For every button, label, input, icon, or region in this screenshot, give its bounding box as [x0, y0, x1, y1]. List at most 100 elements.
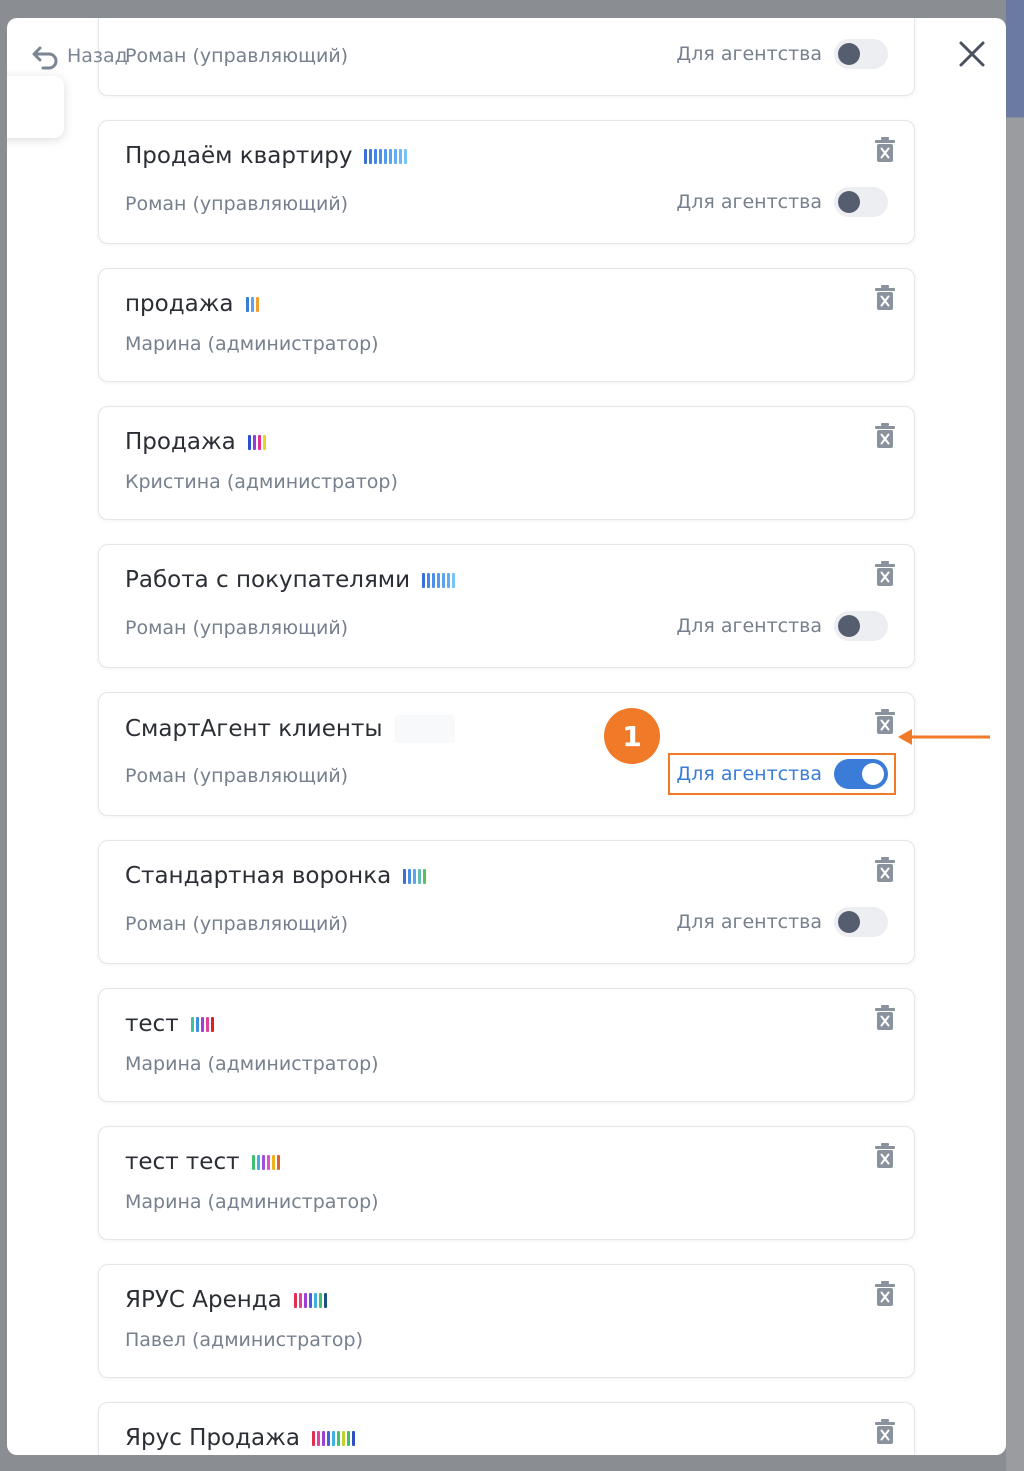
trash-icon [875, 857, 895, 882]
stage-color-bar [437, 572, 441, 588]
stage-color-bar [427, 572, 431, 588]
agency-switch[interactable]: Для агентства [676, 187, 888, 217]
stage-color-bar [271, 1154, 275, 1170]
funnel-card[interactable]: тест Марина (администратор) [98, 988, 915, 1102]
delete-funnel-button[interactable] [874, 1143, 896, 1169]
side-panel-stub [7, 76, 64, 138]
annotation-arrow-icon [898, 729, 990, 745]
delete-funnel-button[interactable] [874, 423, 896, 449]
agency-label: Для агентства [676, 191, 822, 213]
funnel-card[interactable]: СмартАгент клиенты Роман (управляющий) Для… [98, 692, 915, 816]
agency-toggle[interactable] [834, 759, 888, 789]
close-icon [959, 41, 985, 67]
agency-label: Для агентства [676, 43, 822, 65]
funnel-title: тест тест [125, 1149, 240, 1175]
funnel-title-row: Продаём квартиру [125, 143, 408, 169]
stage-color-bar [379, 148, 383, 164]
stage-color-bar [326, 1430, 330, 1446]
back-label: Назад [67, 45, 128, 67]
funnel-title: СмартАгент клиенты [125, 716, 383, 742]
agency-toggle[interactable] [834, 611, 888, 641]
stage-color-bar [257, 434, 261, 450]
funnel-title: тест [125, 1011, 179, 1037]
agency-label: Для агентства [676, 911, 822, 933]
stage-color-bar [422, 572, 426, 588]
funnel-card[interactable]: Продажа Кристина (администратор) [98, 406, 915, 520]
stage-color-bar [210, 1016, 214, 1032]
funnel-title-row: Стандартная воронка [125, 863, 427, 889]
agency-switch[interactable]: Для агентства [668, 753, 896, 795]
funnel-title: Работа с покупателями [125, 567, 411, 593]
stage-color-bar [364, 148, 368, 164]
stage-color-bar [298, 1292, 302, 1308]
stage-colors [190, 1016, 214, 1032]
funnel-owner: Роман (управляющий) [125, 765, 349, 787]
delete-funnel-button[interactable] [874, 857, 896, 883]
stage-color-bar [303, 1292, 307, 1308]
back-button[interactable]: Назад [31, 42, 128, 70]
stage-color-bar [341, 1430, 345, 1446]
stage-color-bar [261, 1154, 265, 1170]
stage-color-bar [251, 1154, 255, 1170]
funnel-card[interactable]: ЯРУС Аренда Павел (администратор) [98, 1264, 915, 1378]
backdrop [1006, 0, 1024, 1471]
stage-color-bar [195, 1016, 199, 1032]
stage-color-bar [293, 1292, 297, 1308]
agency-switch[interactable]: Для агентства [676, 907, 888, 937]
funnel-title-row: Продажа [125, 429, 266, 455]
funnel-card[interactable]: продажа Марина (администратор) [98, 268, 915, 382]
delete-funnel-button[interactable] [874, 1005, 896, 1031]
delete-funnel-button[interactable] [874, 709, 896, 735]
funnel-title-row: СмартАгент клиенты [125, 715, 455, 743]
stage-color-bar [256, 1154, 260, 1170]
funnel-owner: Кристина (администратор) [125, 471, 398, 493]
trash-icon [875, 423, 895, 448]
toggle-knob [862, 763, 884, 785]
stage-colors [247, 434, 266, 450]
trash-icon [875, 137, 895, 162]
stage-color-bar [262, 434, 266, 450]
stage-colors [394, 715, 455, 743]
stage-color-bar [346, 1430, 350, 1446]
delete-funnel-button[interactable] [874, 137, 896, 163]
toggle-knob [838, 911, 860, 933]
trash-icon [875, 1005, 895, 1030]
stage-color-bar [394, 148, 398, 164]
stage-color-bar [384, 148, 388, 164]
funnel-title-row: Ярус Продажа [125, 1425, 355, 1451]
trash-icon [875, 561, 895, 586]
agency-switch[interactable]: Для агентства [676, 611, 888, 641]
agency-label: Для агентства [676, 763, 822, 785]
delete-funnel-button[interactable] [874, 1281, 896, 1307]
stage-color-bar [389, 148, 393, 164]
stage-color-bar [408, 868, 412, 884]
stage-color-bar [321, 1430, 325, 1446]
stage-color-bar [442, 572, 446, 588]
stage-color-bar [336, 1430, 340, 1446]
funnel-owner: Марина (администратор) [125, 1053, 379, 1075]
agency-label: Для агентства [676, 615, 822, 637]
delete-funnel-button[interactable] [874, 1419, 896, 1445]
stage-colors [422, 572, 456, 588]
delete-funnel-button[interactable] [874, 561, 896, 587]
funnel-card[interactable]: Продаём квартиру Роман (управляющий) Для а… [98, 120, 915, 244]
agency-toggle[interactable] [834, 907, 888, 937]
funnel-title: Ярус Продажа [125, 1425, 300, 1451]
funnel-card[interactable]: Стандартная воронка Роман (управляющий) Дл… [98, 840, 915, 964]
delete-funnel-button[interactable] [874, 285, 896, 311]
agency-toggle[interactable] [834, 39, 888, 69]
stage-color-bar [247, 434, 251, 450]
stage-color-bar [311, 1430, 315, 1446]
funnel-owner: Роман (управляющий) [125, 193, 349, 215]
stage-color-bar [308, 1292, 312, 1308]
stage-color-bar [255, 296, 259, 312]
funnel-card[interactable]: Роман (управляющий) Для агентства [98, 18, 915, 96]
stage-color-bar [276, 1154, 280, 1170]
agency-toggle[interactable] [834, 187, 888, 217]
funnel-card[interactable]: Работа с покупателями Роман (управляющий)… [98, 544, 915, 668]
stage-color-bar [423, 868, 427, 884]
close-button[interactable] [956, 38, 988, 70]
funnel-card[interactable]: Ярус ПродажаПавел (администратор) [98, 1402, 915, 1455]
funnel-card[interactable]: тест тест Марина (администратор) [98, 1126, 915, 1240]
agency-switch[interactable]: Для агентства [676, 39, 888, 69]
